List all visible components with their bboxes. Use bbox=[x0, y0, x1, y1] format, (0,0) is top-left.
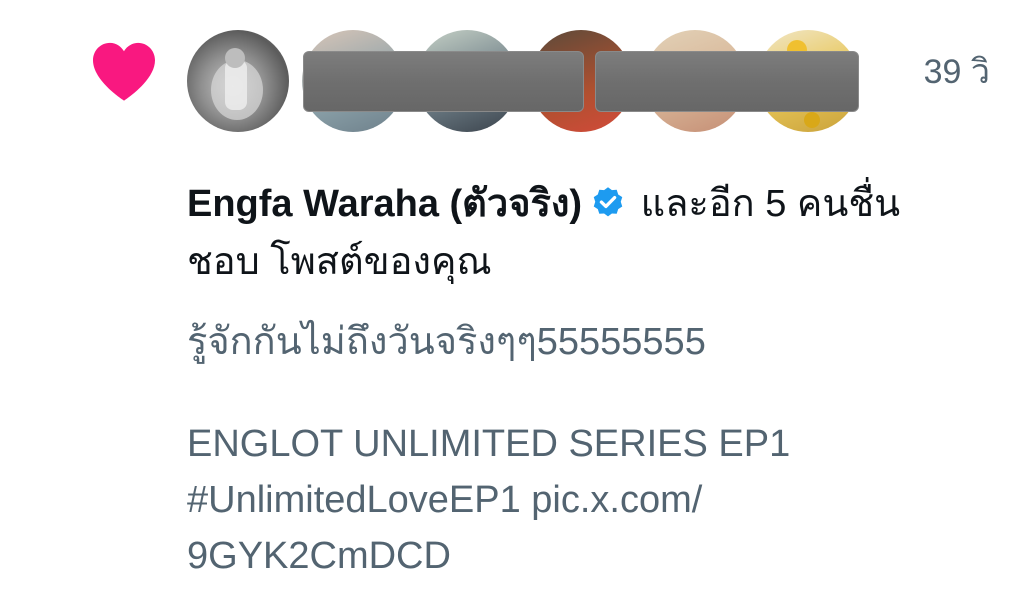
avatar[interactable] bbox=[187, 30, 289, 132]
actor-name[interactable]: Engfa Waraha (ตัวจริง) bbox=[187, 183, 582, 225]
avatar-figure-image bbox=[211, 48, 263, 120]
timestamp: 39 วิ bbox=[923, 53, 990, 91]
notification-headline: Engfa Waraha (ตัวจริง) และอีก 5 คนชื่น bbox=[187, 180, 1007, 228]
post-text-line: #UnlimitedLoveEP1 pic.x.com/ bbox=[187, 479, 703, 521]
action-text: และอีก 5 คนชื่น bbox=[630, 183, 901, 225]
heart-icon bbox=[93, 42, 155, 101]
action-text-continued: ชอบ โพสต์ของคุณ bbox=[187, 241, 492, 283]
verified-badge-icon bbox=[593, 187, 623, 217]
like-notification[interactable]: 39 วิ Engfa Waraha (ตัวจริง) และอีก 5 คน… bbox=[0, 0, 1024, 606]
post-text-line: ENGLOT UNLIMITED SERIES EP1 bbox=[187, 423, 791, 465]
liked-post-preview[interactable]: รู้จักกันไม่ถึงวันจริงๆๆ55555555 ENGLOT … bbox=[187, 314, 1007, 584]
redaction-box bbox=[303, 51, 584, 112]
liker-avatars bbox=[187, 30, 867, 134]
post-text-line: 9GYK2CmDCD bbox=[187, 535, 451, 577]
post-paragraph-gap bbox=[187, 370, 1007, 416]
post-text-line: รู้จักกันไม่ถึงวันจริงๆๆ55555555 bbox=[187, 321, 706, 363]
redaction-box bbox=[595, 51, 859, 112]
